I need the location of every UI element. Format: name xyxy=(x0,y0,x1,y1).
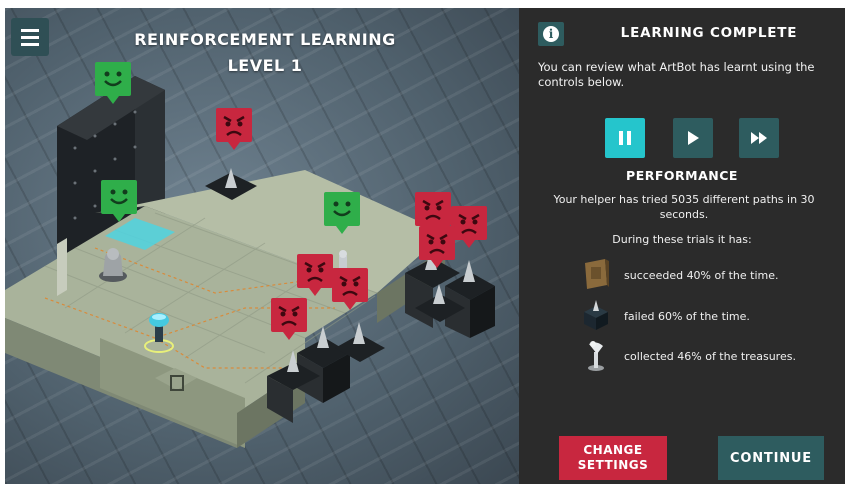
trials-summary: Your helper has tried 5035 different pat… xyxy=(553,193,815,221)
info-icon: i xyxy=(543,26,559,42)
level-label: LEVEL 1 xyxy=(227,56,303,75)
treasure-door-icon xyxy=(585,259,609,289)
spike-block-icon xyxy=(584,300,608,330)
failure-stat: failed 60% of the time. xyxy=(624,310,750,323)
small-treasure xyxy=(339,250,347,268)
continue-button[interactable]: CONTINUE xyxy=(718,436,824,480)
fast-forward-button[interactable] xyxy=(739,118,779,158)
performance-heading: PERFORMANCE xyxy=(626,168,738,183)
pause-button[interactable] xyxy=(605,118,645,158)
continue-label: CONTINUE xyxy=(730,450,812,466)
pause-icon xyxy=(619,131,631,145)
results-panel: i LEARNING COMPLETE You can review what … xyxy=(519,8,845,484)
success-stat: succeeded 40% of the time. xyxy=(624,269,779,282)
panel-title: LEARNING COMPLETE xyxy=(620,25,798,41)
app-frame: REINFORCEMENT LEARNING LEVEL 1 i LEARNIN… xyxy=(5,8,845,484)
menu-button[interactable] xyxy=(11,18,49,56)
angry-face-icon xyxy=(451,206,487,248)
info-button[interactable]: i xyxy=(538,22,564,46)
statue-treasure-icon xyxy=(588,341,604,371)
isometric-level-scene xyxy=(5,62,495,448)
game-title: REINFORCEMENT LEARNING xyxy=(134,30,396,49)
play-icon xyxy=(688,131,699,145)
trials-subheading: During these trials it has: xyxy=(612,233,752,246)
fast-forward-icon xyxy=(751,132,767,144)
intro-text: You can review what ArtBot has learnt us… xyxy=(538,60,815,89)
change-settings-label: CHANGE SETTINGS xyxy=(577,443,649,472)
angry-face-icon xyxy=(216,108,252,150)
play-button[interactable] xyxy=(673,118,713,158)
change-settings-button[interactable]: CHANGE SETTINGS xyxy=(559,436,667,480)
game-board[interactable]: REINFORCEMENT LEARNING LEVEL 1 xyxy=(5,8,519,484)
treasure-stat: collected 46% of the treasures. xyxy=(624,350,796,363)
hamburger-menu-icon xyxy=(21,28,39,32)
